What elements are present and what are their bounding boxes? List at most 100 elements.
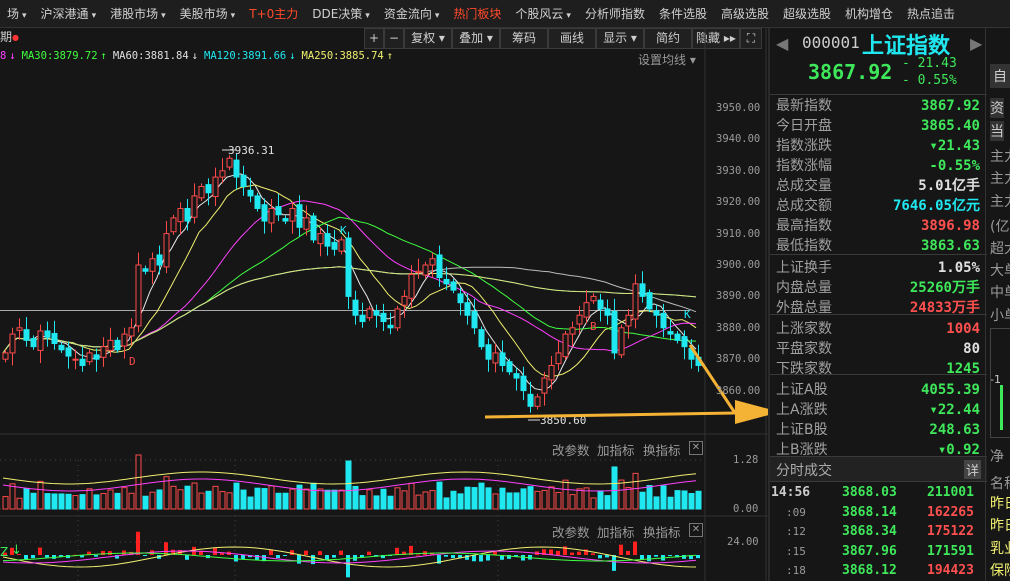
ind-close-icon[interactable]: ✕ [689,523,703,537]
side-panel-item[interactable]: 主力 [990,168,1010,188]
candle-body [429,258,436,266]
side-panel-item[interactable]: 保险 [990,560,1010,580]
menu-item[interactable]: 机构增仓 [838,5,900,22]
vol-close-icon[interactable]: ✕ [689,441,703,455]
ticks-detail-button[interactable]: 详 [964,460,982,479]
volume-bar [548,486,555,510]
auto-button[interactable]: 自 [990,64,1010,88]
side-panel-item[interactable]: 昨日 [990,515,1010,535]
ind-switch-indicator-button[interactable]: 换指标 [643,522,681,541]
stat-row: 指数涨跌 ▾21.43 [776,136,984,156]
marker-k: K [340,224,347,237]
volume-bar [534,490,541,510]
volume-bar [520,488,527,510]
stat-value: 80 [963,341,980,357]
ticks-title: 分时成交 [776,463,832,479]
side-panel-item[interactable]: 超大 [990,238,1010,258]
indicator-bar [241,555,245,560]
volume-bar [107,489,114,510]
volume-bar [254,487,261,510]
volume-bar [436,481,443,510]
side-panel-item[interactable]: (亿元 [990,216,1010,236]
stat-row: 指数涨幅 -0.55% [776,156,984,176]
candle-body [30,337,37,348]
side-fund-panel: 自资当主力主力主力(亿元超大大单中单小单-1净名称昨日昨日乳业保险 [985,28,1010,581]
indicator-bar [626,550,630,555]
vol-add-indicator-button[interactable]: 加指标 [597,440,635,459]
stat-value: 3896.98 [920,218,980,234]
candle-body [513,373,520,379]
next-stock-icon[interactable]: ▶ [970,34,982,53]
volume-bar [653,496,660,510]
stat-label: 今日开盘 [776,118,832,134]
candle-body [44,330,51,338]
candle-body [604,308,611,316]
candle-body [177,207,184,223]
volume-bar [268,485,275,510]
stat-value: 1004 [946,321,980,337]
side-panel-item[interactable]: 乳业 [990,538,1010,558]
volume-bar [184,485,191,510]
volume-bar [128,492,135,510]
volume-bar [198,492,205,510]
candle-body [373,310,380,316]
candle-body [436,254,443,279]
side-panel-item[interactable]: 净 [990,446,1004,466]
indicator-bar [318,551,322,555]
candle-body [198,186,205,199]
tick-volume: 175122 [927,524,974,539]
volume-bar [457,493,464,510]
price-axis-label: 3900.00 [716,259,761,271]
volume-bar [121,487,128,510]
price-axis-label: 3920.00 [716,196,761,209]
volume-bar [338,489,345,510]
menu-item[interactable]: 超级选股 [776,5,838,22]
volume-bar [23,488,30,510]
side-panel-item[interactable]: 名称 [990,473,1010,493]
candle-body [100,346,107,358]
prev-stock-icon[interactable]: ◀ [776,34,788,53]
indicator-bar [633,541,637,555]
volume-bar [597,490,604,510]
side-panel-item[interactable]: 主力 [990,191,1010,211]
indicator-bar [612,555,616,571]
candle-body [2,352,9,360]
candle-body [597,299,604,310]
side-panel-item[interactable]: 当 [990,121,1004,141]
volume-bar [30,492,37,510]
ind-add-indicator-button[interactable]: 加指标 [597,522,635,541]
tick-volume: 194423 [927,563,974,578]
indicator-bar [570,552,574,555]
stat-label: 上证A股 [776,382,828,398]
volume-bar [282,492,289,510]
indicator-bar [367,551,371,555]
candle-body [205,184,212,194]
volume-bar [72,495,79,510]
indicator-bar [486,555,490,561]
candle-body [583,302,590,318]
side-panel-item[interactable]: 主力 [990,146,1010,166]
stat-value: 3865.40 [920,118,980,134]
kline-chart[interactable]: 3936.313850.60DKKB [0,0,768,581]
stat-label: 指数涨跌 [776,138,832,154]
candle-body [121,333,128,347]
side-panel-item[interactable]: 小单 [990,305,1010,325]
indicator-bar [24,555,28,560]
volume-bar [226,492,233,510]
vol-change-params-button[interactable]: 改参数 [552,440,590,459]
candle-body [128,327,135,337]
candle-body [86,352,93,363]
side-panel-item[interactable]: 昨日 [990,493,1010,513]
side-panel-item[interactable]: 大单 [990,260,1010,280]
candle-body [352,299,359,316]
volume-bar [415,494,422,510]
side-panel-item[interactable]: 中单 [990,282,1010,302]
tick-price: 3868.34 [842,524,897,539]
side-panel-item[interactable]: 资 [990,98,1004,118]
volume-bar [485,487,492,510]
menu-item[interactable]: 热点追击 [900,5,962,22]
ind-change-params-button[interactable]: 改参数 [552,522,590,541]
candle-body [79,358,86,366]
volume-bar [345,460,352,510]
vol-switch-indicator-button[interactable]: 换指标 [643,440,681,459]
